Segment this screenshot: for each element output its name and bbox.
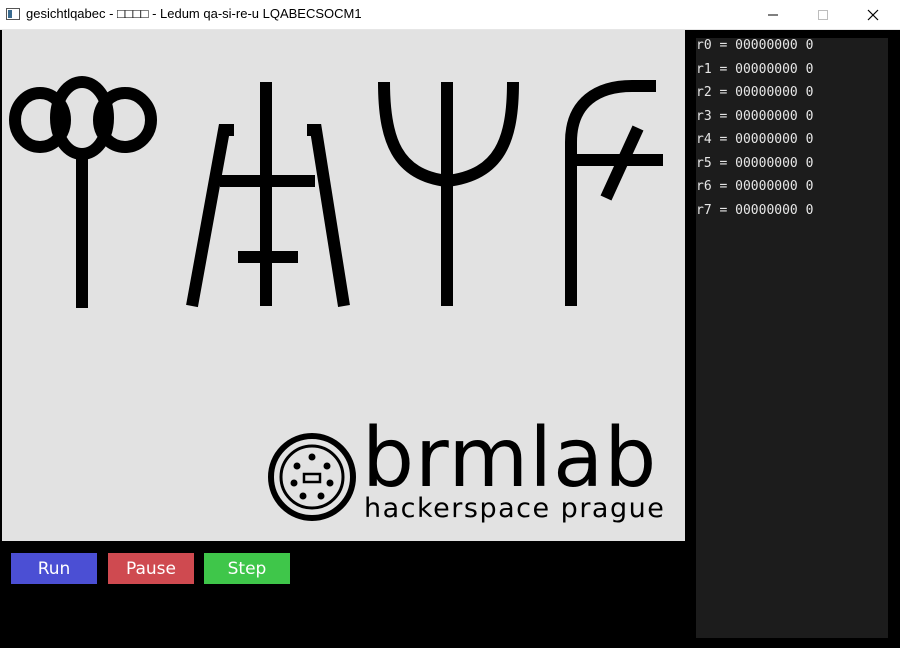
minimize-button[interactable] — [750, 0, 796, 29]
register-r7: r7 = 00000000 0 — [696, 202, 814, 218]
minimize-icon — [768, 14, 778, 15]
maximize-button[interactable] — [800, 0, 846, 29]
close-icon — [867, 9, 879, 20]
register-panel: r0 = 00000000 0 r1 = 00000000 0 r2 = 000… — [696, 38, 888, 638]
run-button[interactable]: Run — [11, 553, 97, 584]
register-r0: r0 = 00000000 0 — [696, 38, 814, 53]
close-button[interactable] — [850, 0, 896, 29]
register-r6: r6 = 00000000 0 — [696, 179, 814, 194]
window-title: gesichtlqabec - □□□□ - Ledum qa-si-re-u … — [26, 6, 362, 21]
register-r5: r5 = 00000000 0 — [696, 155, 814, 171]
glyph-4 — [565, 80, 663, 306]
logo-subtitle: hackerspace prague — [364, 493, 666, 524]
register-r1: r1 = 00000000 0 — [696, 61, 814, 77]
register-r3: r3 = 00000000 0 — [696, 108, 814, 124]
logo-text: brmlab — [362, 411, 658, 506]
step-button[interactable]: Step — [204, 553, 290, 584]
pause-button[interactable]: Pause — [108, 553, 194, 584]
display-screen: brmlab hackerspace prague — [2, 30, 685, 541]
title-bar: gesichtlqabec - □□□□ - Ledum qa-si-re-u … — [0, 0, 900, 30]
glyph-2 — [186, 82, 350, 308]
maximize-icon — [818, 9, 828, 20]
glyph-1 — [9, 76, 157, 308]
register-r4: r4 = 00000000 0 — [696, 132, 814, 147]
glyph-3 — [378, 81, 519, 306]
app-icon — [6, 8, 20, 20]
register-r2: r2 = 00000000 0 — [696, 85, 814, 100]
brmlab-logo-icon — [268, 433, 356, 521]
